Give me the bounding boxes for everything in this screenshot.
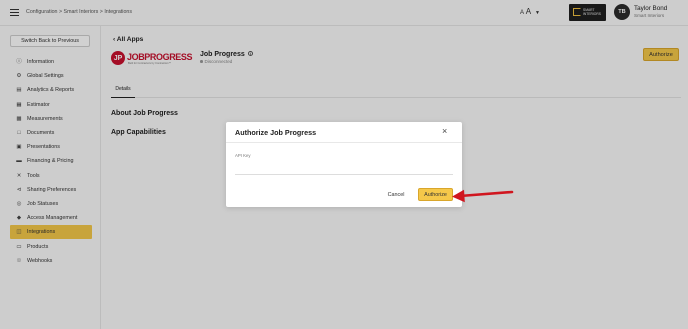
modal-title: Authorize Job Progress — [235, 128, 317, 137]
authorize-modal: Authorize Job Progress × API Key Cancel … — [226, 122, 462, 207]
modal-authorize-button[interactable]: Authorize — [418, 188, 453, 201]
cancel-button[interactable]: Cancel — [382, 189, 410, 201]
annotation-arrow-icon — [452, 189, 514, 203]
close-icon[interactable]: × — [442, 126, 447, 136]
api-key-label: API Key — [235, 153, 251, 158]
api-key-input[interactable] — [235, 160, 453, 175]
modal-divider — [226, 142, 462, 143]
